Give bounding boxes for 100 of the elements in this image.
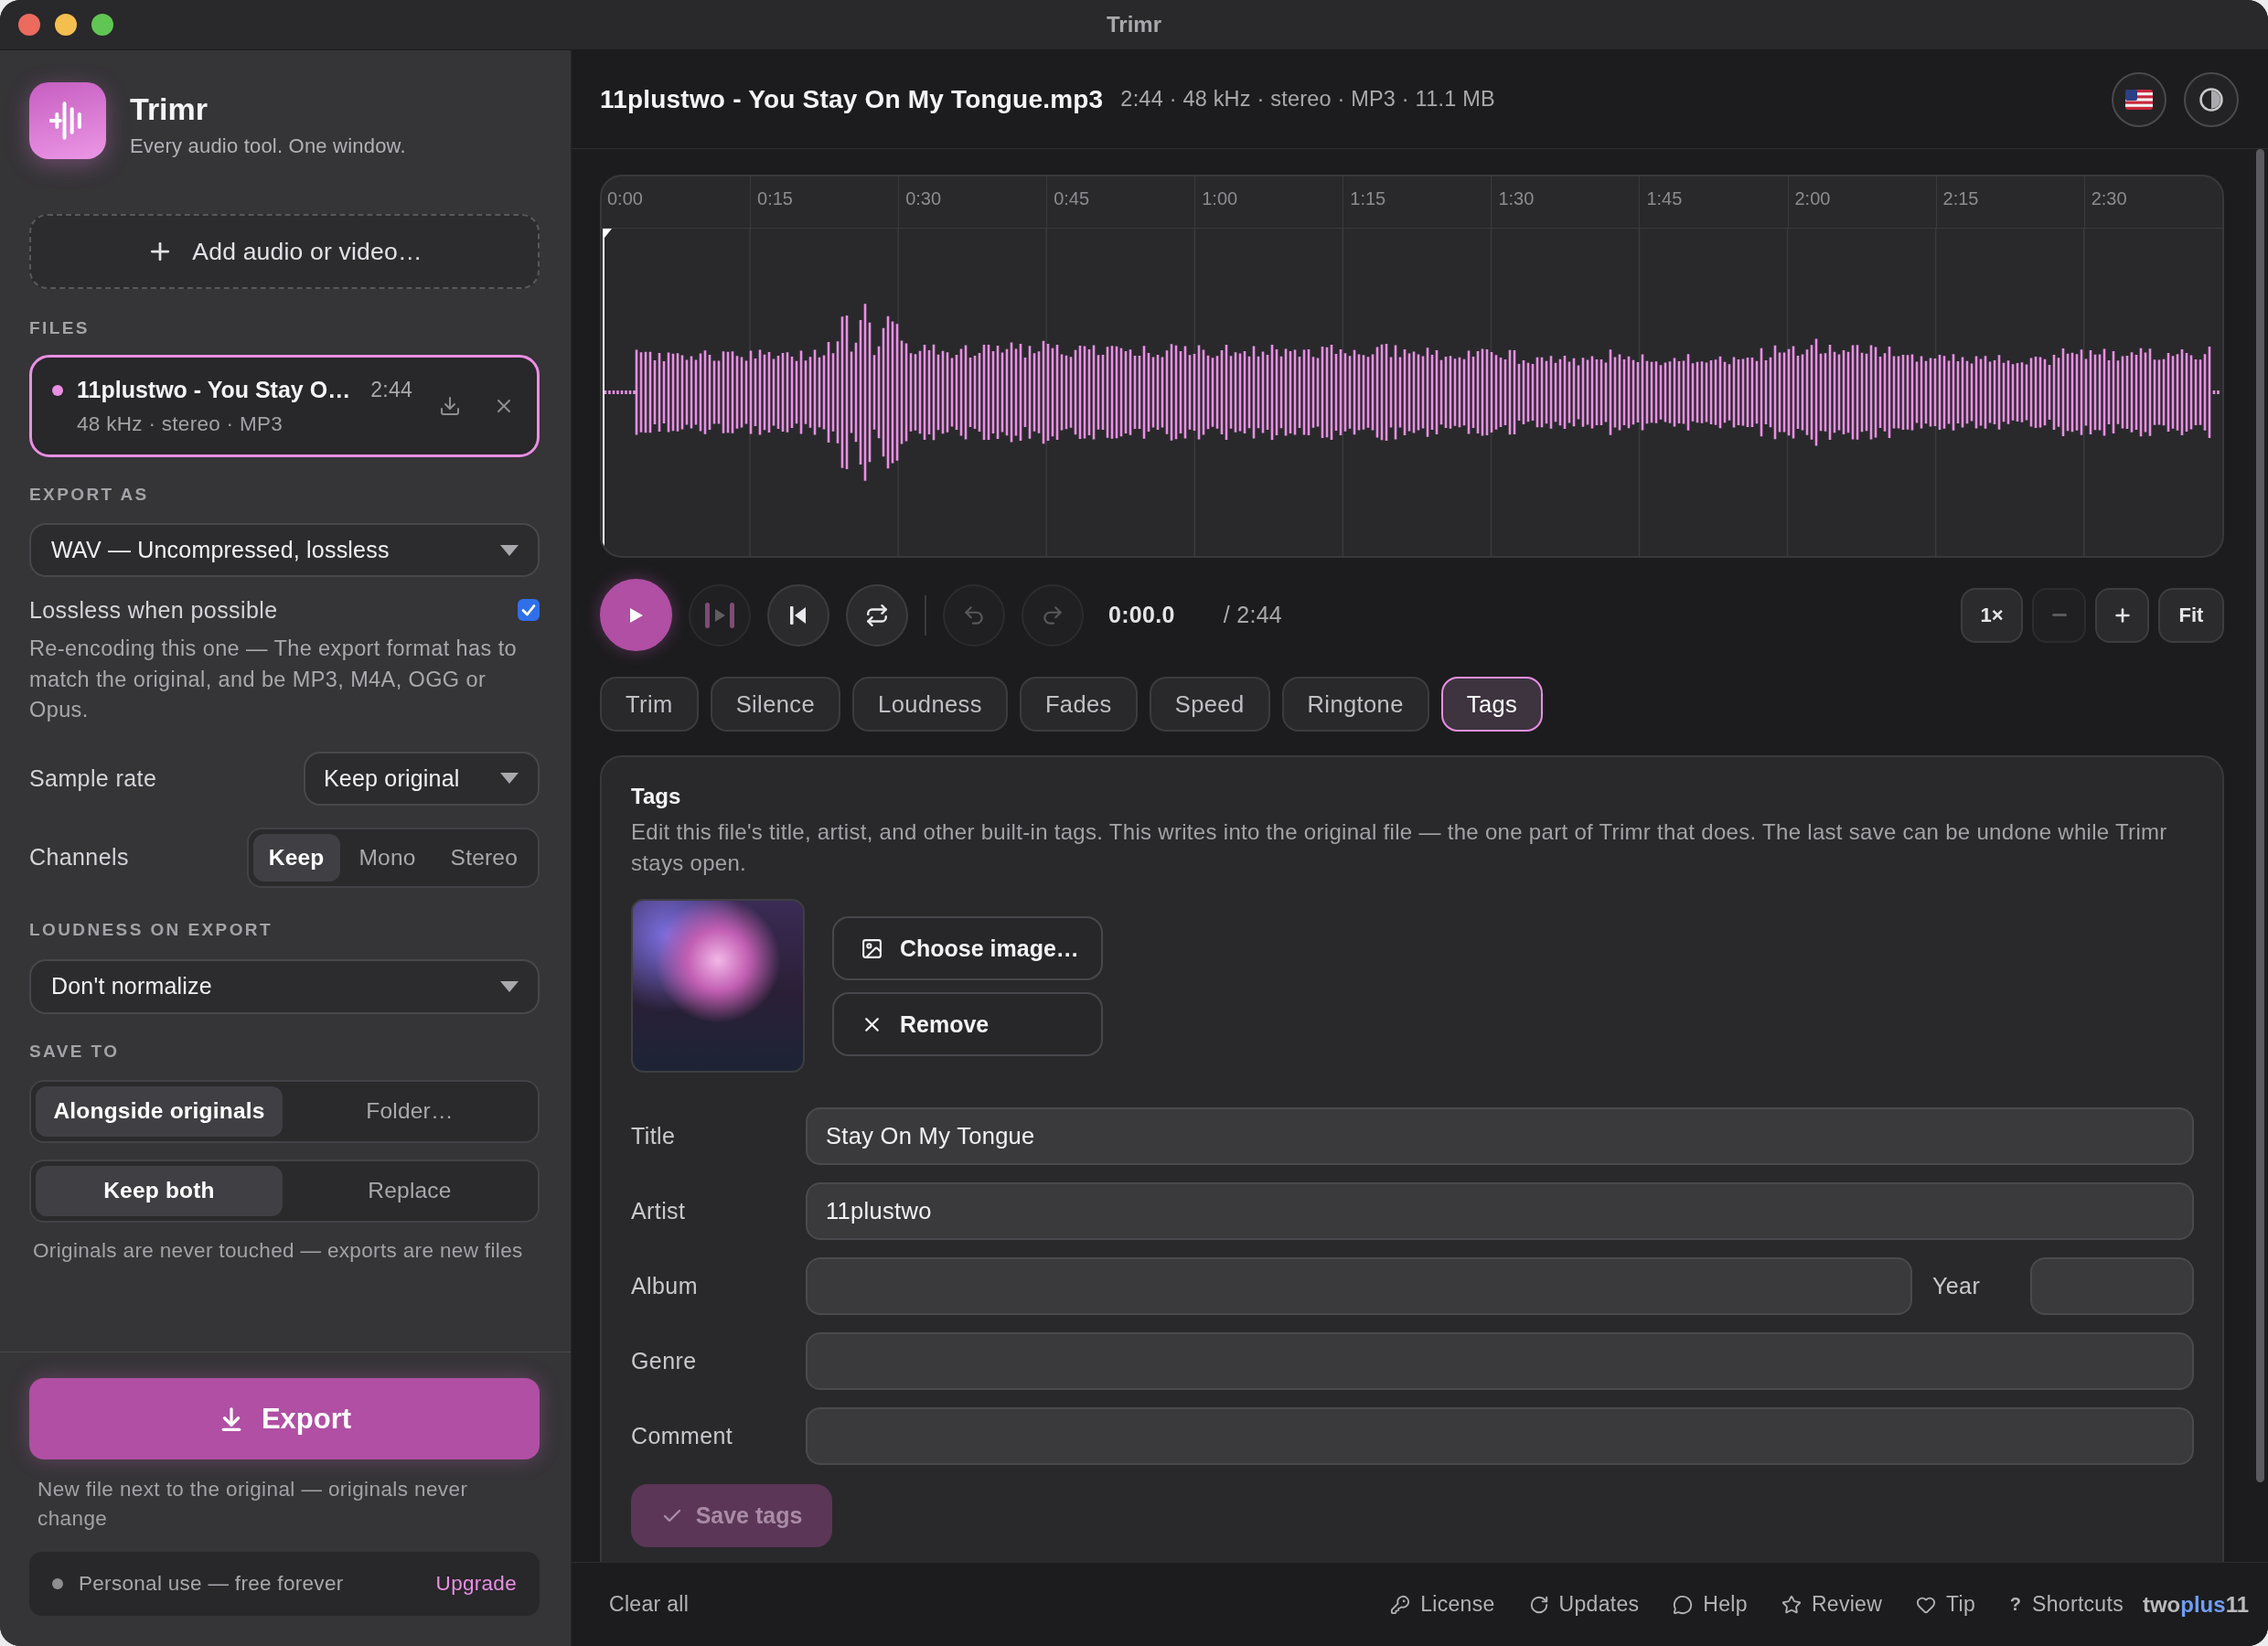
speed-button[interactable]: 1×: [1961, 587, 2023, 643]
time-tick-label: 0:00: [607, 188, 643, 208]
segment-option[interactable]: Alongside originals: [36, 1085, 283, 1137]
minus-icon: [2051, 614, 2067, 616]
file-name: 11plustwo - You Stay O…: [77, 377, 351, 403]
shortcuts-link[interactable]: ? Shortcuts: [2009, 1592, 2124, 1617]
section-heading: EXPORT AS: [29, 485, 150, 505]
tab[interactable]: Trim: [600, 677, 699, 732]
time-tick-label: 0:30: [905, 188, 942, 208]
loudness-dropdown[interactable]: Don't normalize: [29, 958, 540, 1014]
download-button[interactable]: [439, 395, 461, 417]
format-dropdown[interactable]: WAV — Uncompressed, lossless: [29, 523, 540, 577]
section-heading: LOUDNESS ON EXPORT: [29, 919, 273, 940]
plan-text: Personal use — free forever: [79, 1572, 344, 1596]
tab[interactable]: Ringtone: [1281, 677, 1429, 732]
review-link[interactable]: Review: [1781, 1592, 1883, 1617]
question-mark-icon: ?: [2009, 1594, 2023, 1615]
play-between-bars-icon: [704, 601, 735, 629]
dot-icon: [52, 384, 63, 396]
tab[interactable]: Loudness: [852, 677, 1008, 732]
app-tagline: Every audio tool. One window.: [130, 134, 406, 158]
text-field[interactable]: [806, 1407, 2194, 1465]
time-tick-label: 1:15: [1350, 188, 1386, 208]
field-label: Comment: [631, 1423, 734, 1449]
text-field[interactable]: 11plustwo: [806, 1182, 2194, 1240]
remove-image-button[interactable]: Remove: [832, 992, 1103, 1056]
repeat-icon: [865, 603, 889, 627]
field-label: Artist: [631, 1198, 687, 1224]
time-tick-label: 1:00: [1202, 188, 1238, 208]
help-link[interactable]: Help: [1673, 1592, 1748, 1617]
field-label: Genre: [631, 1348, 698, 1374]
fit-button[interactable]: Fit: [2158, 587, 2224, 643]
field-label: Album: [631, 1273, 699, 1299]
segment-option[interactable]: Keep: [252, 833, 340, 882]
play-icon: [628, 606, 644, 624]
clear-all-link[interactable]: Clear all: [609, 1592, 690, 1617]
segment-option[interactable]: Keep both: [36, 1165, 283, 1216]
add-media-button[interactable]: Add audio or video…: [29, 214, 540, 289]
key-icon: [1390, 1594, 1411, 1615]
caret-icon: [500, 544, 519, 556]
segment-option[interactable]: Replace: [286, 1165, 533, 1216]
upgrade-link[interactable]: Upgrade: [435, 1572, 517, 1596]
refresh-icon: [1528, 1594, 1549, 1615]
field-label: Channels: [29, 844, 129, 871]
skip-back-icon: [790, 605, 807, 625]
time-tick-label: 2:30: [2091, 188, 2127, 208]
tab[interactable]: Speed: [1149, 677, 1270, 732]
app-name: Trimr: [130, 91, 209, 127]
text-field[interactable]: Stay On My Tongue: [806, 1107, 2194, 1165]
section-heading: FILES: [29, 318, 91, 338]
checkbox-label: Lossless when possible: [29, 596, 278, 624]
info-text: Re-encoding this one — The export format has to match the original, and be MP3, M4A, OGG or Opus.: [29, 636, 519, 723]
time-tick-label: 1:45: [1646, 188, 1683, 208]
info-text: New file next to the original — originals never change: [37, 1477, 469, 1532]
panel-description: Edit this file's title, artist, and other built-in tags. This writes into the original file — the one part of Trimr that does. The last save can be undone while Trimr stays open.: [631, 818, 2168, 877]
window-zoom-button[interactable]: [91, 14, 113, 36]
window-close-button[interactable]: [18, 14, 40, 36]
window-minimize-button[interactable]: [55, 14, 77, 36]
time-tick-label: 1:30: [1498, 188, 1535, 208]
field-label: Title: [631, 1123, 677, 1149]
text-field[interactable]: [806, 1332, 2194, 1390]
field-label: Sample rate: [29, 764, 157, 792]
file-details: 2:44 · 48 kHz · stereo · MP3 · 11.1 MB: [1120, 87, 1495, 112]
export-button[interactable]: Export: [29, 1378, 540, 1459]
caret-icon: [500, 773, 519, 784]
text-field[interactable]: [2030, 1257, 2194, 1315]
file-item[interactable]: 11plustwo - You Stay O… 2:44 48 kHz · stereo · MP3: [29, 355, 540, 457]
dot-icon: [52, 1578, 63, 1589]
text-field[interactable]: [806, 1257, 1912, 1315]
file-details: 48 kHz · stereo · MP3: [77, 411, 284, 437]
download-icon: [439, 395, 461, 417]
flag-icon: [2125, 89, 2153, 110]
updates-link[interactable]: Updates: [1528, 1592, 1640, 1617]
checkbox[interactable]: [518, 599, 540, 621]
app-logo-icon: [29, 82, 106, 159]
file-title: 11plustwo - You Stay On My Tongue.mp3: [600, 84, 1104, 114]
license-link[interactable]: License: [1390, 1592, 1495, 1617]
tab[interactable]: Fades: [1019, 677, 1138, 732]
time-tick-label: 0:45: [1054, 188, 1090, 208]
total-duration: / 2:44: [1223, 602, 1283, 628]
tab[interactable]: Silence: [710, 677, 841, 732]
image-icon: [861, 936, 883, 960]
window-title: Trimr: [1107, 12, 1161, 37]
field-label: Year: [1931, 1273, 1982, 1299]
time-tick-label: 2:15: [1942, 188, 1979, 208]
file-duration: 2:44: [370, 378, 413, 402]
tab[interactable]: Tags: [1440, 677, 1544, 732]
tip-link[interactable]: Tip: [1916, 1592, 1976, 1617]
section-heading: SAVE TO: [29, 1041, 121, 1062]
segment-option[interactable]: Folder…: [286, 1085, 533, 1137]
brand-logo: twoplus11: [2142, 1591, 2249, 1618]
choose-image-button[interactable]: Choose image…: [832, 916, 1103, 980]
zoom-in-button[interactable]: [2095, 587, 2149, 643]
play-button[interactable]: [600, 579, 672, 651]
sample-rate-dropdown[interactable]: Keep original: [304, 751, 540, 806]
chat-bubble-icon: [1673, 1594, 1694, 1615]
star-icon: [1781, 1594, 1802, 1615]
panel-title: Tags: [631, 784, 682, 809]
segment-option[interactable]: Mono: [343, 833, 432, 882]
segment-option[interactable]: Stereo: [434, 833, 533, 882]
